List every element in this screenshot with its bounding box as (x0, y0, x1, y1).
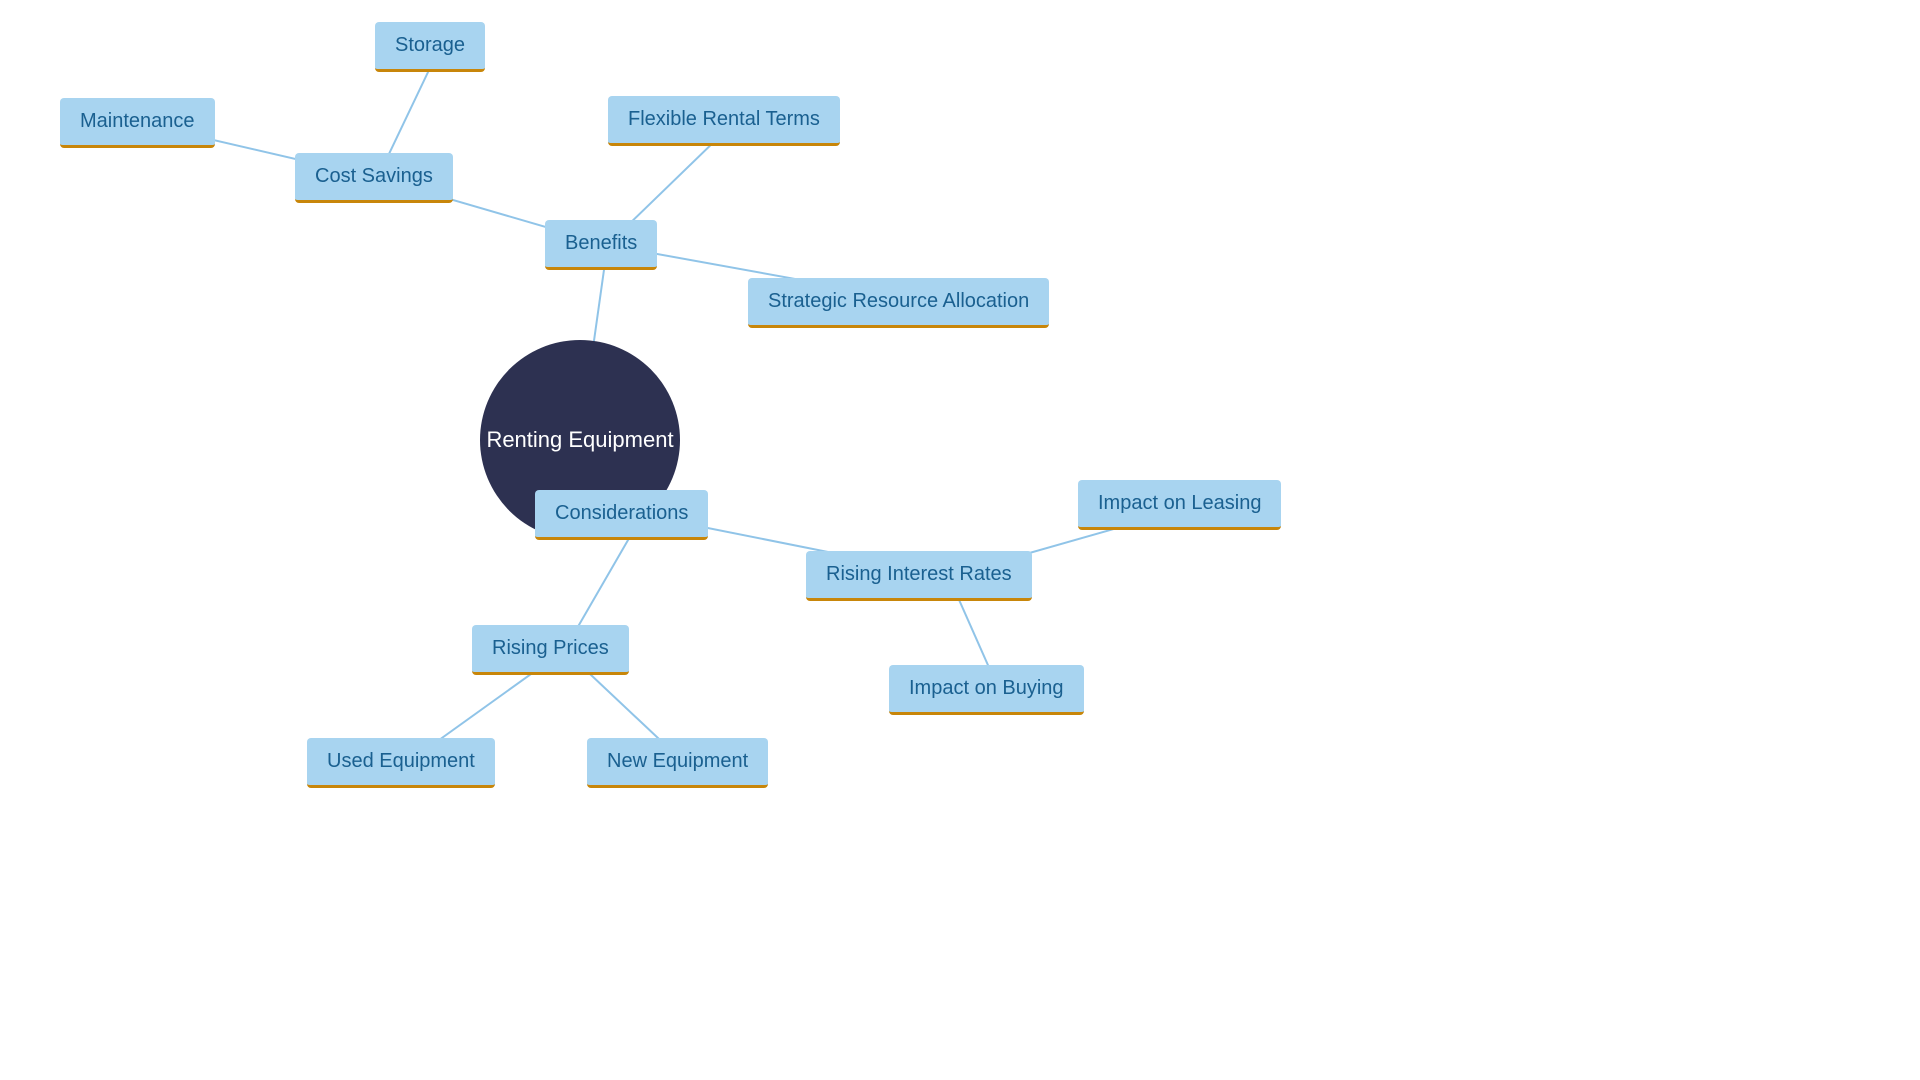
node-storage: Storage (375, 22, 485, 72)
node-cost-savings: Cost Savings (295, 153, 453, 203)
node-rising-interest: Rising Interest Rates (806, 551, 1032, 601)
node-maintenance: Maintenance (60, 98, 215, 148)
node-benefits: Benefits (545, 220, 657, 270)
node-used-equip: Used Equipment (307, 738, 495, 788)
center-label: Renting Equipment (486, 427, 673, 453)
node-flexible: Flexible Rental Terms (608, 96, 840, 146)
node-strategic: Strategic Resource Allocation (748, 278, 1049, 328)
node-considerations: Considerations (535, 490, 708, 540)
node-rising-prices: Rising Prices (472, 625, 629, 675)
node-impact-buying: Impact on Buying (889, 665, 1084, 715)
node-impact-leasing: Impact on Leasing (1078, 480, 1281, 530)
node-new-equip: New Equipment (587, 738, 768, 788)
